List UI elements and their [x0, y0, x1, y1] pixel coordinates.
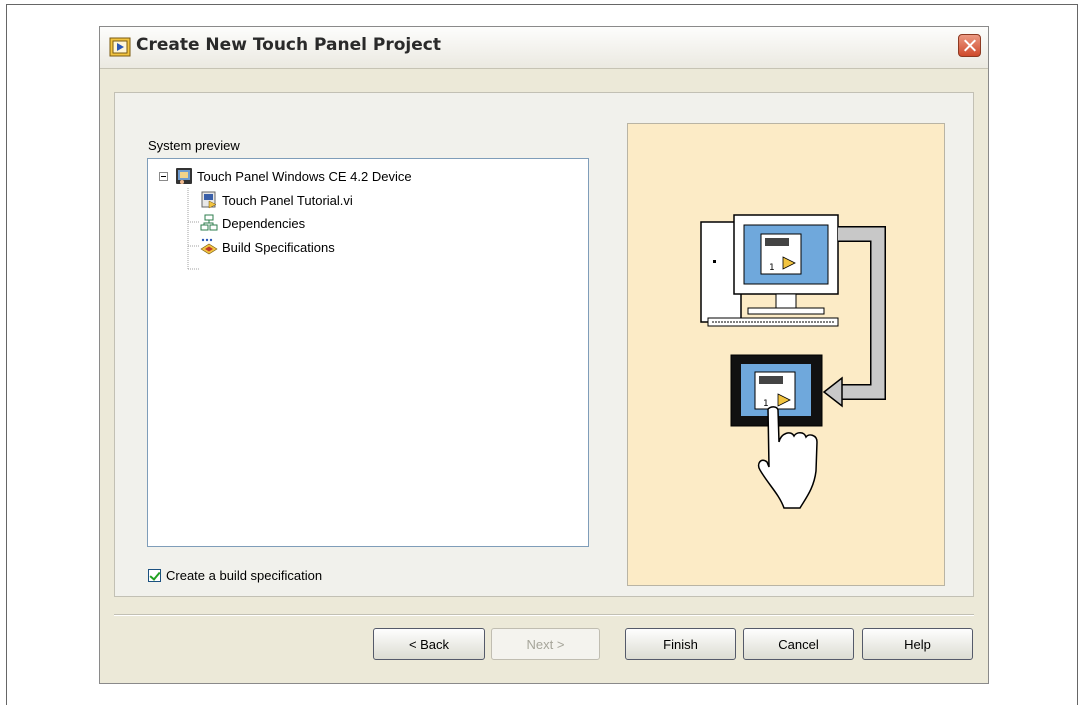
next-button[interactable]: Next >	[491, 628, 600, 660]
tree-item-label: Touch Panel Windows CE 4.2 Device	[197, 168, 412, 184]
create-build-spec-option[interactable]: Create a build specification	[148, 568, 322, 583]
cancel-button[interactable]: Cancel	[743, 628, 854, 660]
deployment-illustration: 1 1	[627, 123, 945, 586]
labview-app-icon	[109, 37, 131, 57]
back-button[interactable]: < Back	[373, 628, 485, 660]
touch-panel-screen-value: 1	[763, 399, 769, 409]
help-button[interactable]: Help	[862, 628, 973, 660]
tree-item-label: Build Specifications	[222, 239, 335, 255]
vi-file-icon	[201, 191, 217, 209]
monitor-screen-value: 1	[769, 263, 775, 273]
tree-item-dependencies[interactable]: Dependencies	[200, 214, 305, 232]
system-preview-label: System preview	[148, 138, 240, 153]
button-divider	[114, 614, 974, 616]
touch-panel-device-icon	[176, 168, 192, 184]
create-build-spec-checkbox[interactable]	[148, 569, 161, 582]
tree-item-device[interactable]: Touch Panel Windows CE 4.2 Device	[175, 167, 412, 185]
deploy-to-touch-panel-graphic: 1 1	[700, 214, 886, 509]
tree-collapse-toggle[interactable]	[159, 172, 168, 181]
tree-item-label: Dependencies	[222, 215, 306, 231]
system-preview-tree[interactable]: Touch Panel Windows CE 4.2 Device Touch …	[147, 158, 589, 547]
close-icon[interactable]	[958, 34, 981, 57]
create-touch-panel-project-dialog: Create New Touch Panel Project System pr…	[99, 26, 989, 684]
tree-item-vi[interactable]: Touch Panel Tutorial.vi	[200, 191, 353, 209]
tree-item-label: Touch Panel Tutorial.vi	[222, 192, 353, 208]
finish-button[interactable]: Finish	[625, 628, 736, 660]
title-bar[interactable]: Create New Touch Panel Project	[100, 27, 988, 69]
create-build-spec-label: Create a build specification	[166, 568, 323, 583]
dialog-title: Create New Touch Panel Project	[136, 35, 441, 55]
build-specifications-icon	[200, 238, 218, 255]
dependencies-icon	[200, 214, 218, 231]
tree-item-build-specifications[interactable]: Build Specifications	[200, 238, 335, 256]
